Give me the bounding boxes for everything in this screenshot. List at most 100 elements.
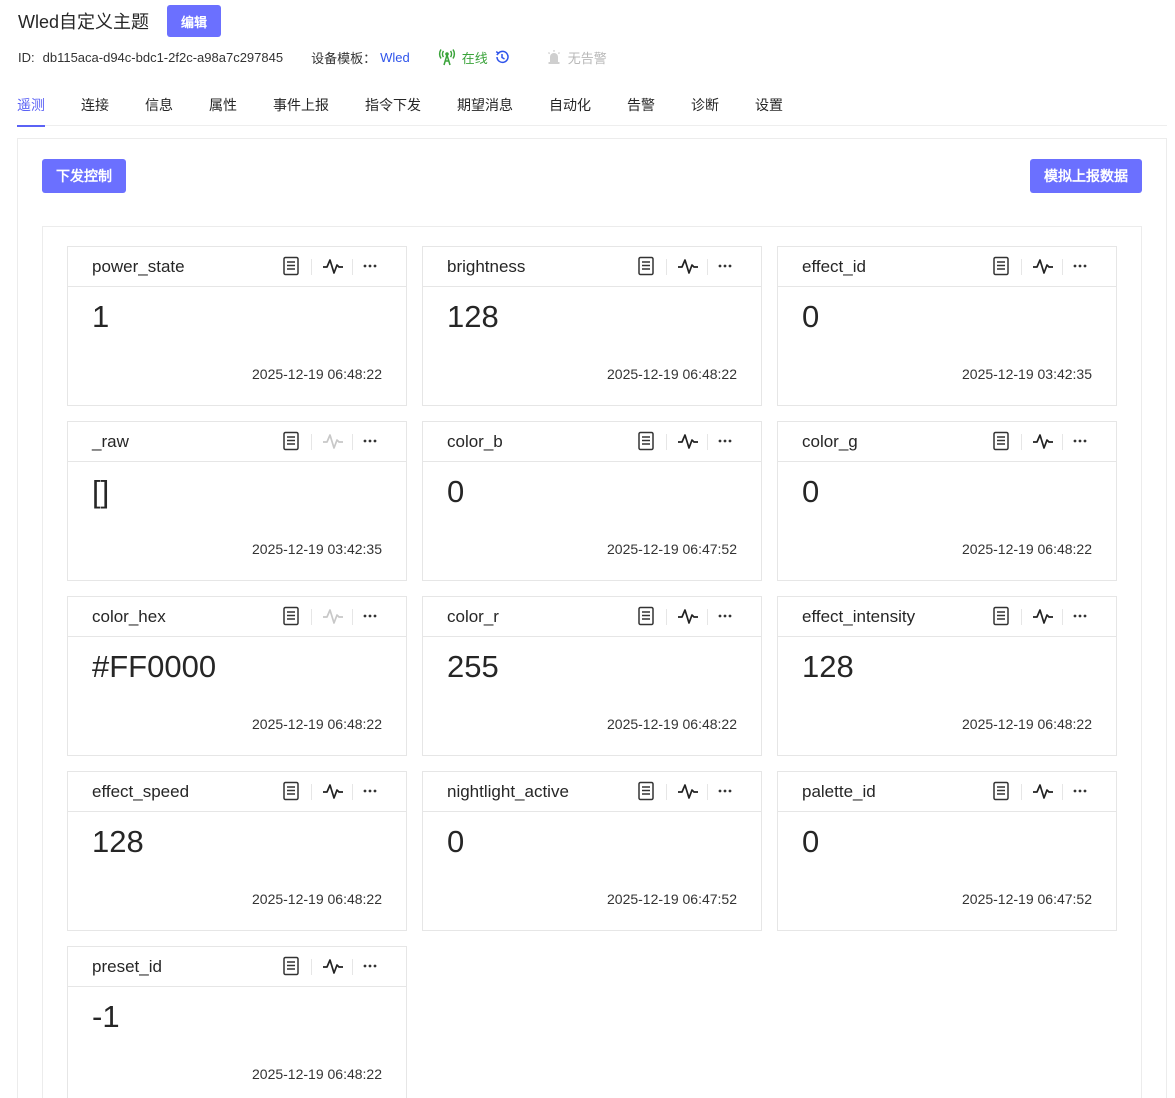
card-value: 128 <box>92 824 144 859</box>
card-title: effect_intensity <box>802 607 916 626</box>
card-value: [] <box>92 474 110 509</box>
card-title: color_b <box>447 432 503 451</box>
card-title: power_state <box>92 257 185 276</box>
card-timestamp: 2025-12-19 06:48:22 <box>962 716 1092 732</box>
document-icon[interactable] <box>282 431 300 451</box>
more-icon[interactable] <box>717 254 733 276</box>
telemetry-card-effect-speed: effect_speed 128 2025-12-19 06:48:22 <box>67 771 407 931</box>
tab-diagnostics[interactable]: 诊断 <box>691 88 719 126</box>
card-timestamp: 2025-12-19 06:48:22 <box>607 716 737 732</box>
card-value: 1 <box>92 299 110 334</box>
line-chart-icon[interactable] <box>1032 256 1054 276</box>
document-icon[interactable] <box>637 256 655 276</box>
more-icon[interactable] <box>717 779 733 801</box>
more-icon[interactable] <box>717 604 733 626</box>
more-icon[interactable] <box>362 954 378 976</box>
document-icon[interactable] <box>637 781 655 801</box>
more-icon[interactable] <box>362 604 378 626</box>
line-chart-icon[interactable] <box>322 781 344 801</box>
line-chart-icon[interactable] <box>677 606 699 626</box>
card-value: 0 <box>802 299 820 334</box>
card-title: color_r <box>447 607 499 626</box>
tab-telemetry[interactable]: 遥测 <box>17 88 45 127</box>
document-icon[interactable] <box>992 256 1010 276</box>
tab-alarms[interactable]: 告警 <box>627 88 655 126</box>
telemetry-card-color-hex: color_hex #FF0000 2025-12-19 06:48:22 <box>67 596 407 756</box>
line-chart-icon[interactable] <box>677 431 699 451</box>
card-header: color_g <box>778 422 1116 462</box>
device-meta: ID: db115aca-d94c-bdc1-2f2c-a98a7c297845… <box>18 47 607 67</box>
more-icon[interactable] <box>362 254 378 276</box>
alarm-status: 无告警 <box>546 48 607 67</box>
document-icon[interactable] <box>282 956 300 976</box>
id-label: ID: <box>18 49 35 65</box>
tab-expected-messages[interactable]: 期望消息 <box>457 88 513 126</box>
card-timestamp: 2025-12-19 06:48:22 <box>252 1066 382 1082</box>
tab-settings[interactable]: 设置 <box>755 88 783 126</box>
tab-connection[interactable]: 连接 <box>81 88 109 126</box>
template-label: 设备模板： <box>311 50 377 66</box>
history-icon[interactable] <box>494 49 516 65</box>
tab-commands[interactable]: 指令下发 <box>365 88 421 126</box>
card-timestamp: 2025-12-19 06:47:52 <box>962 891 1092 907</box>
page-title: Wled自定义主题 <box>18 12 150 32</box>
more-icon[interactable] <box>362 429 378 451</box>
telemetry-grid: power_state 1 2025-12-19 06:48:22 bright… <box>42 226 1142 1098</box>
card-header: effect_speed <box>68 772 406 812</box>
more-icon[interactable] <box>1072 604 1088 626</box>
telemetry-card-power-state: power_state 1 2025-12-19 06:48:22 <box>67 246 407 406</box>
document-icon[interactable] <box>282 256 300 276</box>
card-value: 128 <box>447 299 499 334</box>
document-icon[interactable] <box>282 606 300 626</box>
document-icon[interactable] <box>637 606 655 626</box>
tab-info[interactable]: 信息 <box>145 88 173 126</box>
card-title: _raw <box>92 432 129 451</box>
more-icon[interactable] <box>1072 254 1088 276</box>
line-chart-icon[interactable] <box>1032 781 1054 801</box>
more-icon[interactable] <box>362 779 378 801</box>
tab-attributes[interactable]: 属性 <box>209 88 237 126</box>
line-chart-icon[interactable] <box>1032 606 1054 626</box>
telemetry-card-palette-id: palette_id 0 2025-12-19 06:47:52 <box>777 771 1117 931</box>
card-header: _raw <box>68 422 406 462</box>
document-icon[interactable] <box>992 781 1010 801</box>
telemetry-card-effect-id: effect_id 0 2025-12-19 03:42:35 <box>777 246 1117 406</box>
card-value: 0 <box>802 824 820 859</box>
card-header: palette_id <box>778 772 1116 812</box>
more-icon[interactable] <box>1072 779 1088 801</box>
card-title: effect_id <box>802 257 866 276</box>
more-icon[interactable] <box>717 429 733 451</box>
card-timestamp: 2025-12-19 06:47:52 <box>607 891 737 907</box>
line-chart-icon[interactable] <box>322 256 344 276</box>
line-chart-icon[interactable] <box>322 956 344 976</box>
document-icon[interactable] <box>637 431 655 451</box>
tab-events[interactable]: 事件上报 <box>273 88 329 126</box>
card-timestamp: 2025-12-19 06:48:22 <box>962 541 1092 557</box>
line-chart-icon[interactable] <box>677 256 699 276</box>
telemetry-card-color-r: color_r 255 2025-12-19 06:48:22 <box>422 596 762 756</box>
card-timestamp: 2025-12-19 06:48:22 <box>252 891 382 907</box>
document-icon[interactable] <box>282 781 300 801</box>
line-chart-icon <box>322 606 344 626</box>
tab-bar: 遥测 连接 信息 属性 事件上报 指令下发 期望消息 自动化 告警 诊断 设置 <box>17 88 1167 127</box>
telemetry-card-color-b: color_b 0 2025-12-19 06:47:52 <box>422 421 762 581</box>
line-chart-icon[interactable] <box>1032 431 1054 451</box>
card-timestamp: 2025-12-19 06:48:22 <box>607 366 737 382</box>
line-chart-icon <box>322 431 344 451</box>
telemetry-card-nightlight-active: nightlight_active 0 2025-12-19 06:47:52 <box>422 771 762 931</box>
alarm-label: 无告警 <box>567 50 607 66</box>
card-timestamp: 2025-12-19 03:42:35 <box>252 541 382 557</box>
card-timestamp: 2025-12-19 06:48:22 <box>252 716 382 732</box>
online-label: 在线 <box>461 50 488 66</box>
tab-automation[interactable]: 自动化 <box>549 88 591 126</box>
card-header: power_state <box>68 247 406 287</box>
simulate-report-button[interactable]: 模拟上报数据 <box>1030 159 1142 193</box>
template-link[interactable]: Wled <box>380 50 410 65</box>
telemetry-card-preset-id: preset_id -1 2025-12-19 06:48:22 <box>67 946 407 1098</box>
line-chart-icon[interactable] <box>677 781 699 801</box>
document-icon[interactable] <box>992 431 1010 451</box>
document-icon[interactable] <box>992 606 1010 626</box>
more-icon[interactable] <box>1072 429 1088 451</box>
edit-button[interactable]: 编辑 <box>167 5 222 37</box>
send-control-button[interactable]: 下发控制 <box>42 159 126 193</box>
